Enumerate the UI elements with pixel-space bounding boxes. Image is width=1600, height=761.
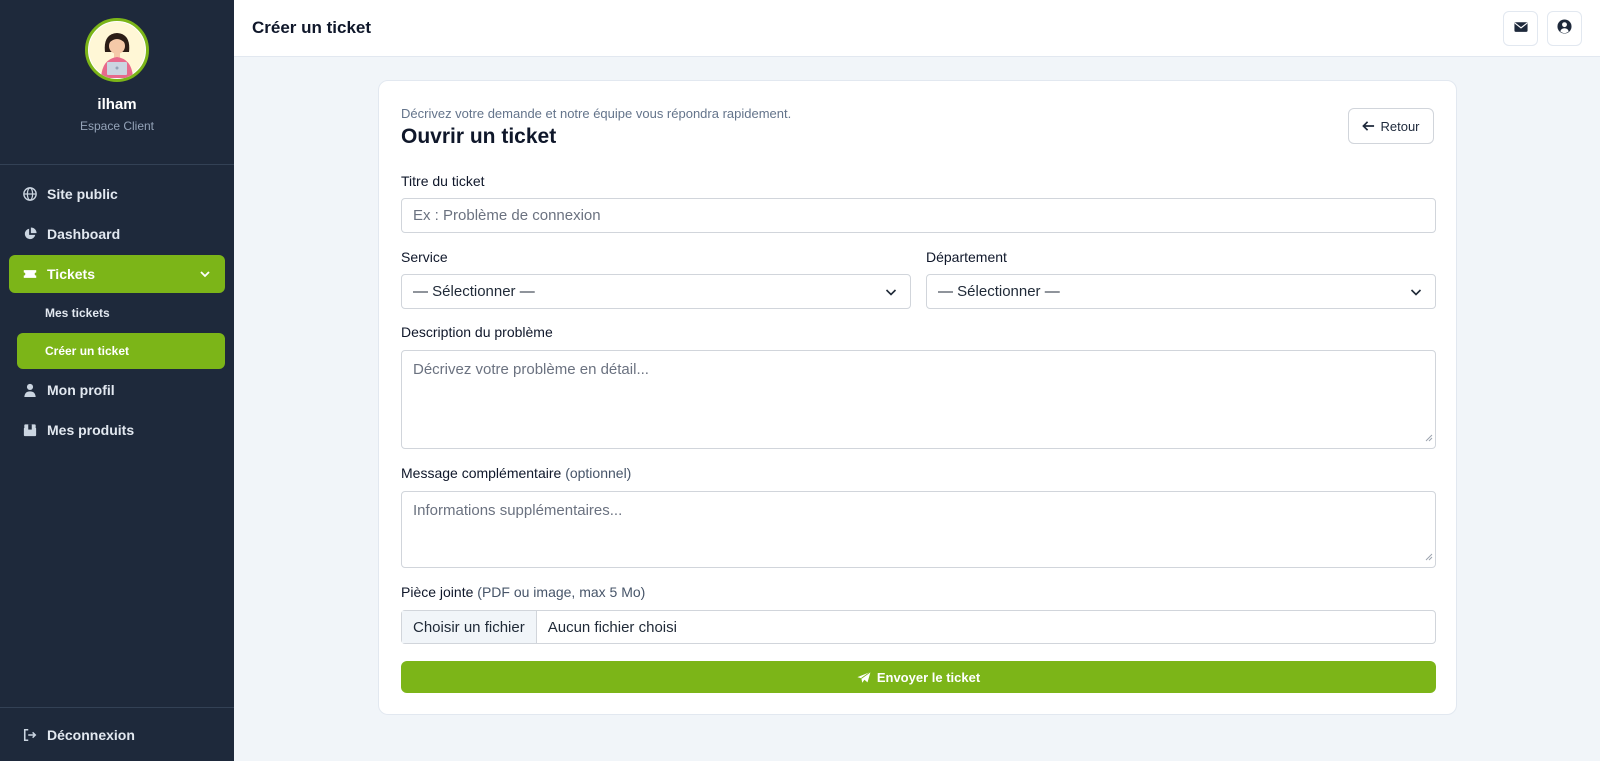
- sidebar-item-dashboard[interactable]: Dashboard: [9, 215, 225, 253]
- service-select[interactable]: — Sélectionner —: [401, 274, 911, 309]
- logout-label: Déconnexion: [47, 726, 135, 743]
- title-label: Titre du ticket: [401, 173, 485, 189]
- sidebar-subitem-mes-tickets[interactable]: Mes tickets: [17, 295, 225, 331]
- back-label: Retour: [1380, 118, 1420, 134]
- chevron-down-icon: [885, 287, 897, 297]
- globe-icon: [23, 187, 37, 201]
- ticket-icon: [23, 267, 37, 281]
- ticket-title-input[interactable]: Ex : Problème de connexion: [401, 198, 1436, 233]
- resize-handle-icon[interactable]: [1424, 429, 1433, 446]
- sidebar-subitem-label: Créer un ticket: [45, 344, 130, 358]
- sidebar-item-mon-profil[interactable]: Mon profil: [9, 371, 225, 409]
- arrow-left-icon: [1362, 120, 1375, 132]
- account-button[interactable]: [1547, 11, 1582, 46]
- choose-file-button[interactable]: Choisir un fichier: [402, 611, 537, 643]
- sidebar-item-site-public[interactable]: Site public: [9, 175, 225, 213]
- sidebar-subitem-creer-ticket[interactable]: Créer un ticket: [17, 333, 225, 369]
- sidebar-item-label: Mon profil: [47, 382, 115, 398]
- sign-out-icon: [23, 728, 37, 742]
- sidebar-item-tickets[interactable]: Tickets: [9, 255, 225, 293]
- sidebar: ilham Espace Client Site public Dashboar…: [0, 0, 234, 761]
- sidebar-item-label: Site public: [47, 186, 118, 202]
- attachment-label-text: Pièce jointe: [401, 584, 474, 600]
- avatar: [85, 18, 149, 82]
- description-placeholder: Décrivez votre problème en détail...: [413, 361, 649, 378]
- department-label: Département: [926, 249, 1007, 265]
- attachment-file-input[interactable]: Choisir un fichier Aucun fichier choisi: [401, 610, 1436, 644]
- message-placeholder: Informations supplémentaires...: [413, 502, 623, 519]
- resize-handle-icon[interactable]: [1424, 548, 1433, 565]
- user-circle-icon: [1557, 18, 1572, 39]
- file-status: Aucun fichier choisi: [547, 618, 677, 636]
- card-subtitle: Décrivez votre demande et notre équipe v…: [401, 106, 792, 121]
- profile-block: ilham Espace Client: [0, 0, 234, 165]
- card-title: Ouvrir un ticket: [401, 125, 557, 148]
- message-label: Message complémentaire (optionnel): [401, 465, 631, 481]
- topbar: Créer un ticket: [234, 0, 1600, 57]
- sidebar-item-label: Dashboard: [47, 226, 121, 242]
- username: ilham: [97, 96, 137, 113]
- paper-plane-icon: [857, 670, 871, 684]
- pie-chart-icon: [23, 227, 37, 241]
- sidebar-item-label: Tickets: [47, 266, 95, 282]
- ticket-form-card: Décrivez votre demande et notre équipe v…: [378, 80, 1457, 715]
- chevron-down-icon: [199, 267, 211, 283]
- messages-button[interactable]: [1503, 11, 1538, 46]
- back-button[interactable]: Retour: [1348, 108, 1434, 144]
- page-title: Créer un ticket: [252, 18, 372, 37]
- avatar-illustration: [89, 22, 145, 78]
- service-selected-value: — Sélectionner —: [413, 283, 535, 300]
- box-icon: [23, 423, 37, 437]
- submit-ticket-button[interactable]: Envoyer le ticket: [401, 661, 1436, 693]
- attachment-hint: (PDF ou image, max 5 Mo): [477, 584, 646, 600]
- attachment-label: Pièce jointe (PDF ou image, max 5 Mo): [401, 584, 645, 600]
- message-textarea[interactable]: Informations supplémentaires...: [401, 491, 1436, 568]
- envelope-icon: [1513, 20, 1528, 38]
- service-label: Service: [401, 249, 448, 265]
- sidebar-item-mes-produits[interactable]: Mes produits: [9, 411, 225, 449]
- department-selected-value: — Sélectionner —: [938, 283, 1060, 300]
- logout-button[interactable]: Déconnexion: [0, 707, 234, 761]
- submit-label: Envoyer le ticket: [876, 669, 981, 685]
- message-hint: (optionnel): [565, 465, 632, 481]
- message-label-text: Message complémentaire: [401, 465, 562, 481]
- sidebar-nav: Site public Dashboard Tickets Mes ticket…: [0, 165, 234, 449]
- department-select[interactable]: — Sélectionner —: [926, 274, 1436, 309]
- ticket-title-placeholder: Ex : Problème de connexion: [413, 207, 601, 224]
- description-textarea[interactable]: Décrivez votre problème en détail...: [401, 350, 1436, 449]
- description-label: Description du problème: [401, 324, 553, 340]
- sidebar-item-label: Mes produits: [47, 422, 135, 438]
- user-role: Espace Client: [79, 119, 155, 133]
- user-icon: [23, 383, 37, 397]
- chevron-down-icon: [1410, 287, 1422, 297]
- sidebar-subitem-label: Mes tickets: [45, 306, 110, 320]
